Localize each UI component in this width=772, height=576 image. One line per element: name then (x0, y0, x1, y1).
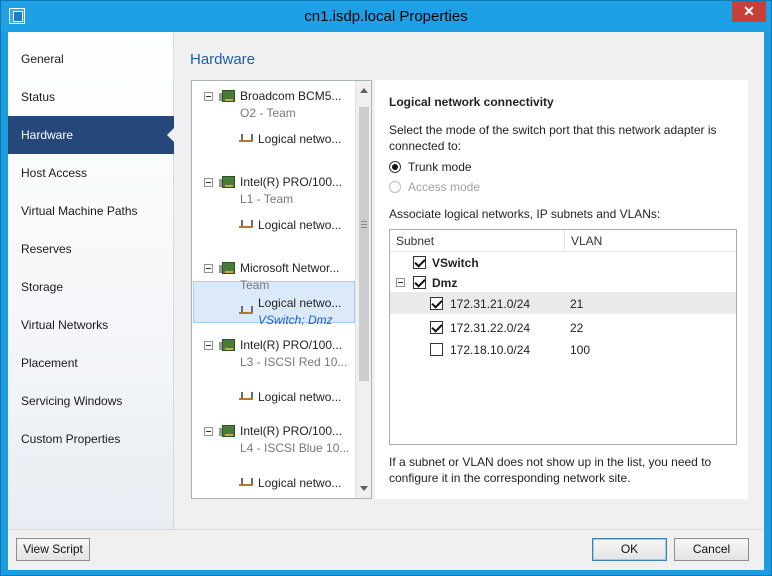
access-mode-radio (389, 181, 401, 193)
properties-window: cn1.isdp.local Properties ✕ General Stat… (0, 0, 772, 576)
adapter-subtitle: L3 - ISCSI Red 10... (240, 355, 348, 369)
table-row[interactable]: 172.18.10.0/24 100 (390, 338, 736, 360)
sidebar-item-placement[interactable]: Placement (8, 344, 174, 382)
collapse-icon[interactable] (204, 178, 213, 187)
sidebar-item-status[interactable]: Status (8, 78, 174, 116)
network-adapter-icon (219, 262, 235, 274)
adapter-subtitle: Team (240, 278, 270, 292)
logical-network-item[interactable]: Logical netwo... (258, 390, 341, 404)
group-name: VSwitch (432, 256, 479, 270)
scroll-down-icon[interactable] (360, 486, 368, 491)
logical-network-item-selected[interactable]: Logical netwo... (258, 296, 341, 310)
vlan-cell: 100 (570, 343, 591, 357)
logical-network-item[interactable]: Logical netwo... (258, 218, 341, 232)
logical-network-icon (238, 133, 254, 145)
sidebar-item-storage[interactable]: Storage (8, 268, 174, 306)
connectivity-panel: Logical network connectivity Select the … (375, 80, 748, 499)
adapter-name[interactable]: Microsoft Networ... (240, 261, 339, 275)
access-mode-label: Access mode (408, 180, 481, 194)
subnet-checkbox[interactable] (430, 297, 443, 310)
sidebar-item-servicing-windows[interactable]: Servicing Windows (8, 382, 174, 420)
panel-heading: Logical network connectivity (389, 95, 554, 109)
adapter-subtitle: O2 - Team (240, 106, 296, 120)
network-adapter-icon (219, 425, 235, 437)
logical-network-item[interactable]: Logical netwo... (258, 476, 341, 490)
view-script-button[interactable]: View Script (16, 538, 90, 561)
adapter-name[interactable]: Intel(R) PRO/100... (240, 338, 342, 352)
subnet-cell: 172.18.10.0/24 (450, 343, 531, 357)
table-row[interactable]: 172.31.22.0/24 22 (390, 316, 736, 338)
adapter-name[interactable]: Broadcom BCM5... (240, 89, 341, 103)
mode-description: Select the mode of the switch port that … (389, 123, 717, 153)
cancel-button[interactable]: Cancel (674, 538, 749, 561)
sidebar-item-custom-properties[interactable]: Custom Properties (8, 420, 174, 458)
network-adapter-icon (219, 176, 235, 188)
scroll-thumb[interactable] (359, 107, 369, 381)
subnet-vlan-grid[interactable]: Subnet VLAN VSwitch Dmz 172.31.21.0/24 2… (389, 229, 737, 445)
column-header-vlan[interactable]: VLAN (564, 230, 736, 252)
logical-network-icon (238, 305, 254, 317)
vswitch-checkbox[interactable] (413, 256, 426, 269)
title-bar[interactable]: cn1.isdp.local Properties ✕ (1, 1, 771, 32)
close-button[interactable]: ✕ (732, 1, 766, 22)
logical-network-detail: VSwitch; Dmz (258, 313, 333, 327)
collapse-icon[interactable] (396, 278, 405, 287)
subnet-checkbox[interactable] (430, 343, 443, 356)
dmz-checkbox[interactable] (413, 276, 426, 289)
table-row[interactable]: 172.31.21.0/24 21 (390, 292, 736, 314)
subnet-checkbox[interactable] (430, 321, 443, 334)
subnet-cell: 172.31.21.0/24 (450, 297, 531, 311)
scroll-up-icon[interactable] (360, 88, 368, 93)
logical-network-icon (238, 219, 254, 231)
subnet-cell: 172.31.22.0/24 (450, 321, 531, 335)
logical-network-item[interactable]: Logical netwo... (258, 132, 341, 146)
grid-header: Subnet VLAN (390, 230, 736, 252)
adapter-subtitle: L4 - ISCSI Blue 10... (240, 441, 350, 455)
sidebar-item-hardware[interactable]: Hardware (8, 116, 174, 154)
associate-label: Associate logical networks, IP subnets a… (389, 207, 661, 221)
adapter-scrollbar[interactable] (355, 81, 371, 498)
collapse-icon[interactable] (204, 341, 213, 350)
vlan-cell: 21 (570, 297, 584, 311)
footnote-text: If a subnet or VLAN does not show up in … (389, 455, 712, 485)
window-title: cn1.isdp.local Properties (304, 8, 468, 25)
collapse-icon[interactable] (204, 264, 213, 273)
sidebar: General Status Hardware Host Access Virt… (8, 32, 174, 529)
ok-button[interactable]: OK (592, 538, 667, 561)
sidebar-item-reserves[interactable]: Reserves (8, 230, 174, 268)
network-adapter-icon (219, 339, 235, 351)
adapter-tree[interactable]: Broadcom BCM5... O2 - Team Logical netwo… (191, 80, 372, 499)
sidebar-item-virtual-networks[interactable]: Virtual Networks (8, 306, 174, 344)
trunk-mode-label[interactable]: Trunk mode (408, 160, 472, 174)
trunk-mode-radio[interactable] (389, 161, 401, 173)
adapter-name[interactable]: Intel(R) PRO/100... (240, 424, 342, 438)
group-row-vswitch[interactable]: VSwitch (390, 252, 736, 274)
page-title: Hardware (190, 51, 256, 68)
adapter-name[interactable]: Intel(R) PRO/100... (240, 175, 342, 189)
dialog-client: General Status Hardware Host Access Virt… (8, 32, 764, 570)
vlan-cell: 22 (570, 321, 584, 335)
sidebar-item-virtual-machine-paths[interactable]: Virtual Machine Paths (8, 192, 174, 230)
sidebar-item-host-access[interactable]: Host Access (8, 154, 174, 192)
column-header-subnet[interactable]: Subnet (390, 230, 564, 252)
sidebar-item-general[interactable]: General (8, 40, 174, 78)
scroll-grip-icon (361, 221, 367, 228)
group-name: Dmz (432, 276, 458, 290)
dialog-footer: View Script OK Cancel (8, 529, 764, 570)
collapse-icon[interactable] (204, 427, 213, 436)
collapse-icon[interactable] (204, 92, 213, 101)
group-row-dmz[interactable]: Dmz (390, 272, 736, 294)
adapter-subtitle: L1 - Team (240, 192, 294, 206)
network-adapter-icon (219, 90, 235, 102)
logical-network-icon (238, 391, 254, 403)
logical-network-icon (238, 477, 254, 489)
hardware-content: Hardware Broadcom BCM5... O2 - Team Logi… (175, 32, 764, 529)
